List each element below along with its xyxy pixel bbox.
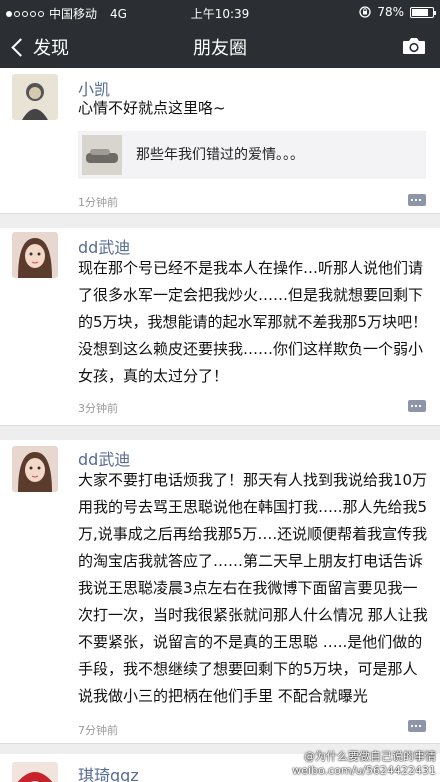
camera-icon[interactable] bbox=[402, 37, 426, 55]
comment-icon[interactable] bbox=[408, 720, 426, 732]
avatar[interactable] bbox=[12, 232, 58, 278]
post-text: 现在那个号已经不是我本人在操作…听那人说他们请了很多水军一定会把我炒火……但是我… bbox=[78, 259, 428, 385]
moment-post: dd武迪 大家不要打电话烦我了！那天有人找到我说给我10万用我的号去骂王思聪说他… bbox=[0, 440, 440, 744]
watermark-line1: @为什么要做自己说的事情 bbox=[304, 750, 436, 763]
post-text: 大家不要打电话烦我了！那天有人找到我说给我10万用我的号去骂王思聪说他在韩国打我… bbox=[78, 471, 428, 705]
shared-link-card[interactable]: 那些年我们错过的爱情。。。 bbox=[78, 131, 426, 179]
status-right: 78% bbox=[359, 5, 436, 19]
avatar[interactable] bbox=[12, 74, 58, 120]
rotation-lock-icon bbox=[359, 6, 371, 18]
comment-icon[interactable] bbox=[408, 194, 426, 206]
avatar[interactable] bbox=[12, 446, 58, 492]
post-time: 3分钟前 bbox=[78, 402, 118, 415]
page-title: 朋友圈 bbox=[193, 38, 247, 59]
status-bar: 中国移动 4G 上午10:39 78% bbox=[0, 0, 440, 24]
weibo-watermark: @为什么要做自己说的事情 weibo.com/u/5624422431 bbox=[292, 750, 436, 778]
avatar[interactable] bbox=[12, 762, 58, 782]
link-title: 那些年我们错过的爱情。。。 bbox=[136, 147, 304, 163]
moment-post: dd武迪 现在那个号已经不是我本人在操作…听那人说他们请了很多水军一定会把我炒火… bbox=[0, 228, 440, 426]
post-time: 7分钟前 bbox=[78, 724, 118, 737]
comment-icon[interactable] bbox=[408, 400, 426, 412]
battery-percent: 78% bbox=[377, 5, 404, 19]
watermark-line2: weibo.com/u/5624422431 bbox=[292, 764, 436, 777]
battery-icon bbox=[410, 6, 436, 18]
moment-post: 小凯 心情不好就点这里咯~ 那些年我们错过的爱情。。。 1分钟前 bbox=[0, 68, 440, 214]
post-time: 1分钟前 bbox=[78, 196, 118, 209]
link-thumbnail bbox=[82, 135, 122, 175]
post-text: 心情不好就点这里咯~ bbox=[78, 99, 226, 117]
poster-name[interactable]: 琪琦qqz bbox=[78, 762, 139, 782]
nav-bar: 发现 朋友圈 bbox=[0, 24, 440, 68]
moments-feed[interactable]: 小凯 心情不好就点这里咯~ 那些年我们错过的爱情。。。 1分钟前 dd武迪 现在… bbox=[0, 68, 440, 782]
